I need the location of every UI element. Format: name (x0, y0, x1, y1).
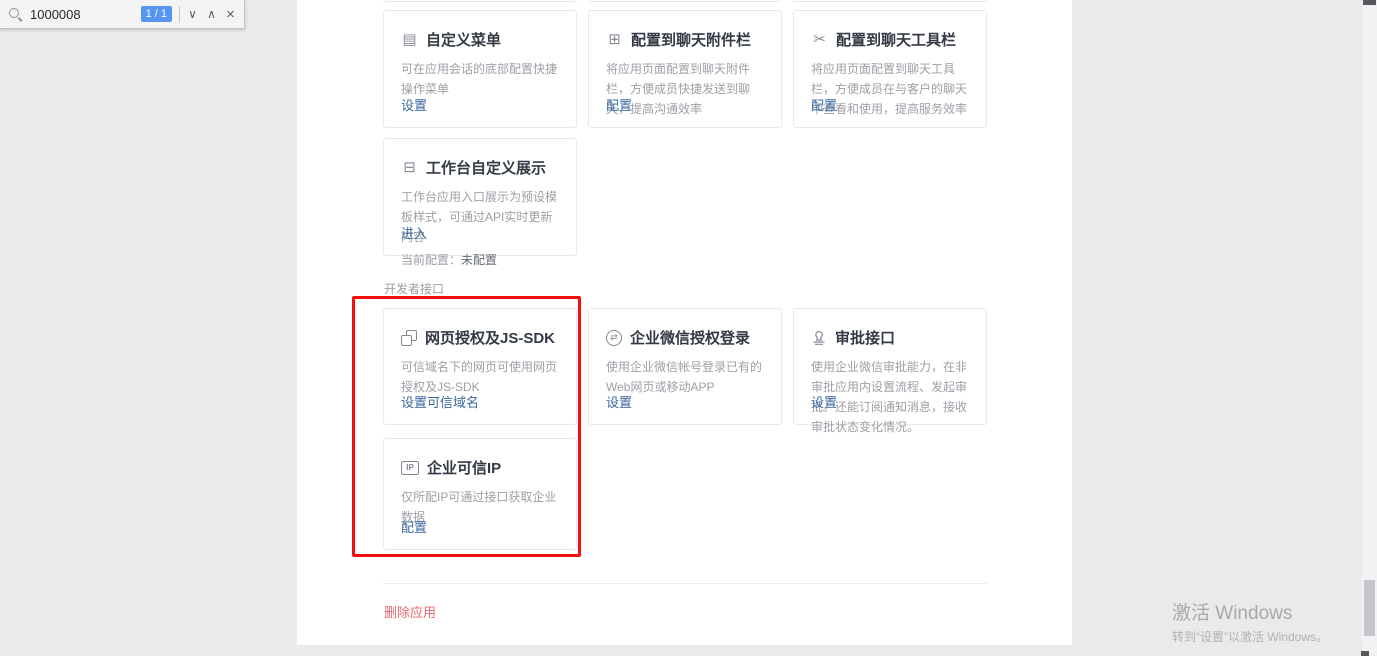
chat-toolbar-icon: ✂ (811, 32, 828, 47)
scrollbar-top-button[interactable] (1363, 0, 1376, 5)
ip-icon: IP (401, 461, 419, 475)
panel-content: ▤ 自定义菜单 可在应用会话的底部配置快捷操作菜单 设置 ⊞ 配置到聊天附件栏 … (383, 0, 987, 645)
cutoff-card-stub (383, 0, 577, 2)
trusted-ip-configure-link[interactable]: 配置 (401, 517, 427, 536)
card-web-auth-jssdk: 网页授权及JS-SDK 可信域名下的网页可使用网页授权及JS-SDK 设置可信域… (383, 308, 577, 425)
approval-stamp-icon (811, 330, 827, 346)
scrollbar-bottom-fragment (1361, 651, 1369, 656)
custom-menu-settings-link[interactable]: 设置 (401, 95, 427, 114)
find-input[interactable] (30, 7, 141, 22)
card-title: 工作台自定义展示 (426, 157, 546, 178)
web-pages-icon (401, 330, 417, 346)
oauth-login-settings-link[interactable]: 设置 (606, 392, 632, 411)
card-title: 网页授权及JS-SDK (425, 327, 555, 348)
card-custom-menu: ▤ 自定义菜单 可在应用会话的底部配置快捷操作菜单 设置 (383, 10, 577, 128)
find-bar-separator (179, 6, 180, 23)
watermark-subtitle: 转到“设置”以激活 Windows。 (1172, 629, 1328, 645)
card-description: 可信域名下的网页可使用网页授权及JS-SDK (401, 357, 561, 397)
screen: ▤ 自定义菜单 可在应用会话的底部配置快捷操作菜单 设置 ⊞ 配置到聊天附件栏 … (0, 0, 1377, 656)
close-icon[interactable]: × (221, 6, 240, 23)
footer-divider (383, 583, 987, 584)
card-approval-api: 审批接口 使用企业微信审批能力，在非审批应用内设置流程、发起审批。还能订阅通知消… (793, 308, 987, 425)
status-value: 未配置 (461, 253, 497, 267)
search-icon (9, 8, 22, 21)
card-chat-attachment-bar: ⊞ 配置到聊天附件栏 将应用页面配置到聊天附件栏，方便成员快捷发送到聊天，提高沟… (588, 10, 782, 128)
workbench-enter-link[interactable]: 进入 (401, 223, 427, 242)
status-label: 当前配置： (401, 253, 461, 267)
card-workbench-display: ⊟ 工作台自定义展示 工作台应用入口展示为预设模板样式，可通过API实时更新内容… (383, 138, 577, 256)
find-in-page-bar: 1 / 1 ∨ ∧ × (0, 0, 245, 29)
card-chat-toolbar: ✂ 配置到聊天工具栏 将应用页面配置到聊天工具栏，方便成员在与客户的聊天中查看和… (793, 10, 987, 128)
card-title: 配置到聊天工具栏 (836, 29, 956, 50)
card-title: 审批接口 (835, 327, 895, 348)
approval-settings-link[interactable]: 设置 (811, 392, 837, 411)
match-count-badge: 1 / 1 (141, 6, 172, 22)
card-description: 使用企业微信帐号登录已有的Web网页或移动APP (606, 357, 766, 397)
card-description: 可在应用会话的底部配置快捷操作菜单 (401, 59, 561, 99)
workbench-display-icon: ⊟ (401, 160, 418, 175)
card-trusted-ip: IP 企业可信IP 仅所配IP可通过接口获取企业数据 配置 (383, 438, 577, 550)
card-oauth-login: ⇄ 企业微信授权登录 使用企业微信帐号登录已有的Web网页或移动APP 设置 (588, 308, 782, 425)
cutoff-card-stub (793, 0, 987, 2)
chevron-down-icon[interactable]: ∨ (183, 7, 202, 21)
chat-toolbar-configure-link[interactable]: 配置 (811, 95, 837, 114)
custom-menu-icon: ▤ (401, 32, 418, 47)
card-title: 自定义菜单 (426, 29, 501, 50)
oauth-login-icon: ⇄ (606, 330, 622, 346)
watermark-title: 激活 Windows (1172, 602, 1328, 626)
card-title: 企业微信授权登录 (630, 327, 750, 348)
scrollbar-thumb[interactable] (1364, 580, 1375, 636)
chat-attachment-configure-link[interactable]: 配置 (606, 95, 632, 114)
cutoff-card-stub (588, 0, 782, 2)
set-trusted-domain-link[interactable]: 设置可信域名 (401, 392, 479, 411)
app-settings-panel: ▤ 自定义菜单 可在应用会话的底部配置快捷操作菜单 设置 ⊞ 配置到聊天附件栏 … (297, 0, 1072, 645)
scrollbar-track[interactable] (1362, 0, 1377, 656)
card-title: 企业可信IP (427, 457, 501, 478)
current-config-status: 当前配置：未配置 (401, 251, 561, 269)
developer-api-section-label: 开发者接口 (384, 280, 444, 297)
activate-windows-watermark: 激活 Windows 转到“设置”以激活 Windows。 (1172, 602, 1328, 645)
chat-attachment-bar-icon: ⊞ (606, 32, 623, 47)
delete-app-link[interactable]: 删除应用 (384, 602, 436, 621)
chevron-up-icon[interactable]: ∧ (202, 7, 221, 21)
card-title: 配置到聊天附件栏 (631, 29, 751, 50)
